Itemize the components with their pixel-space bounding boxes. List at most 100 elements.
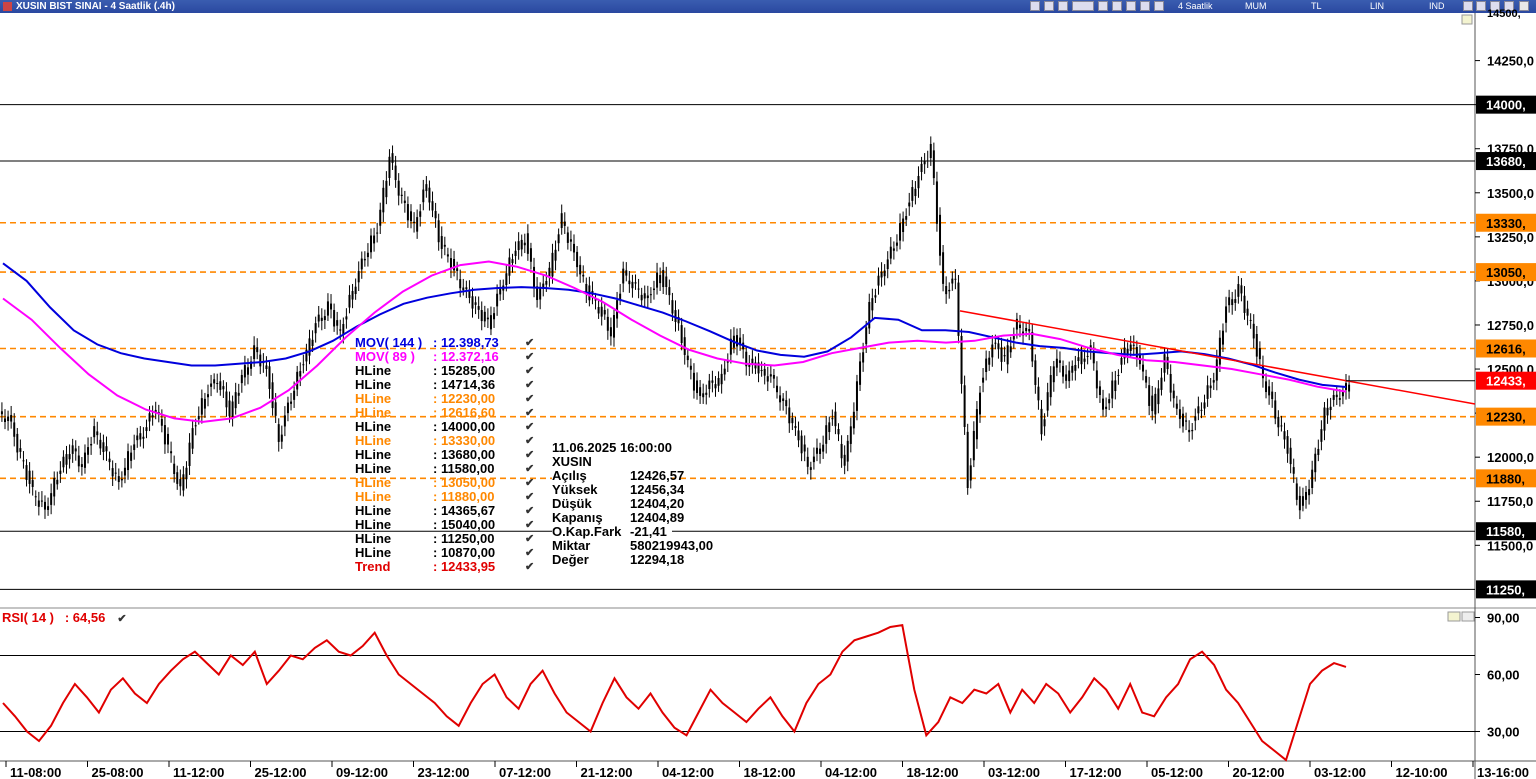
candle-body bbox=[1062, 365, 1065, 377]
candle-body bbox=[1295, 483, 1298, 500]
candle-body bbox=[895, 242, 898, 246]
candle-body bbox=[499, 288, 502, 295]
candle-body bbox=[370, 235, 373, 253]
candle-body bbox=[489, 315, 492, 330]
candle-body bbox=[10, 414, 13, 422]
price-tick-label: 13250,0 bbox=[1487, 230, 1534, 245]
candle-body bbox=[87, 447, 90, 455]
check-icon[interactable]: ✔ bbox=[525, 560, 534, 574]
candle-body bbox=[16, 433, 19, 453]
check-icon[interactable]: ✔ bbox=[525, 518, 534, 532]
legend-value: : 14714,36 bbox=[433, 377, 496, 392]
level-label: 13330, bbox=[1486, 216, 1526, 231]
candle-body bbox=[809, 467, 812, 470]
check-icon[interactable]: ✔ bbox=[525, 434, 534, 448]
check-icon[interactable]: ✔ bbox=[525, 378, 534, 392]
candle-body bbox=[932, 150, 935, 179]
info-value: 12404,89 bbox=[630, 510, 685, 525]
candle-body bbox=[508, 257, 511, 276]
candle-body bbox=[782, 398, 785, 402]
candle-body bbox=[699, 387, 702, 396]
candle-body bbox=[376, 232, 379, 234]
candle-body bbox=[1154, 393, 1157, 415]
candle-body bbox=[90, 443, 93, 446]
candle-body bbox=[714, 384, 717, 389]
legend-name: HLine bbox=[355, 363, 392, 378]
candle-body bbox=[68, 454, 71, 460]
candle-body bbox=[225, 391, 228, 408]
candle-body bbox=[951, 278, 954, 284]
check-icon[interactable]: ✔ bbox=[117, 613, 126, 625]
candle-body bbox=[240, 374, 243, 384]
candle-body bbox=[862, 352, 865, 363]
check-icon[interactable]: ✔ bbox=[525, 336, 534, 350]
time-tick-label: 09-12:00 bbox=[336, 765, 388, 779]
legend-value: : 13050,00 bbox=[433, 475, 496, 490]
candle-body bbox=[1323, 407, 1326, 431]
check-icon[interactable]: ✔ bbox=[525, 420, 534, 434]
check-icon[interactable]: ✔ bbox=[525, 532, 534, 546]
candle-body bbox=[25, 465, 28, 480]
candle-body bbox=[1308, 489, 1311, 496]
info-key: Değer bbox=[552, 552, 589, 567]
candle-body bbox=[354, 286, 357, 295]
time-tick-label: 25-08:00 bbox=[92, 765, 144, 779]
candle-body bbox=[994, 342, 997, 344]
candle-body bbox=[649, 294, 652, 296]
legend-name: HLine bbox=[355, 475, 392, 490]
candle-body bbox=[852, 411, 855, 429]
candle-body bbox=[825, 425, 828, 444]
candle-body bbox=[1148, 385, 1151, 406]
candle-body bbox=[434, 211, 437, 219]
info-value: 12456,34 bbox=[630, 482, 685, 497]
legend-value: : 14365,67 bbox=[433, 503, 496, 518]
check-icon[interactable]: ✔ bbox=[525, 546, 534, 560]
candle-body bbox=[1185, 420, 1188, 422]
legend-value: : 12.398,73 bbox=[433, 335, 499, 350]
candle-body bbox=[465, 287, 468, 290]
candle-body bbox=[145, 427, 148, 432]
candle-body bbox=[514, 250, 517, 256]
candle-body bbox=[646, 295, 649, 299]
candle-body bbox=[865, 327, 868, 345]
candle-body bbox=[443, 244, 446, 247]
candle-body bbox=[1175, 403, 1178, 409]
info-row: Yüksek 12456,34 bbox=[552, 483, 684, 497]
candle-body bbox=[1194, 416, 1197, 421]
info-row: Açılış 12426,57 bbox=[552, 469, 684, 483]
check-icon[interactable]: ✔ bbox=[525, 462, 534, 476]
check-icon[interactable]: ✔ bbox=[525, 406, 534, 420]
price-chart[interactable]: 14250,014000,13750,013500,013250,013000,… bbox=[0, 0, 1536, 779]
candle-body bbox=[855, 381, 858, 411]
check-icon[interactable]: ✔ bbox=[525, 350, 534, 364]
candle-body bbox=[1077, 357, 1080, 361]
candle-body bbox=[191, 428, 194, 449]
check-icon[interactable]: ✔ bbox=[525, 504, 534, 518]
check-icon[interactable]: ✔ bbox=[525, 392, 534, 406]
candle-body bbox=[105, 446, 108, 452]
candle-body bbox=[330, 303, 333, 310]
candle-body bbox=[557, 234, 560, 244]
info-row: XUSIN bbox=[552, 455, 672, 469]
candle-body bbox=[314, 323, 317, 334]
check-icon[interactable]: ✔ bbox=[525, 476, 534, 490]
candle-body bbox=[960, 335, 963, 384]
candle-body bbox=[1252, 323, 1255, 339]
time-tick-label: 07-12:00 bbox=[499, 765, 551, 779]
candle-body bbox=[1258, 348, 1261, 360]
check-icon[interactable]: ✔ bbox=[525, 490, 534, 504]
candle-body bbox=[373, 235, 376, 244]
legend-value: : 11580,00 bbox=[433, 461, 495, 476]
candle-body bbox=[1049, 375, 1052, 398]
candle-body bbox=[65, 454, 68, 465]
legend-name: HLine bbox=[355, 433, 392, 448]
candle-body bbox=[1025, 327, 1028, 332]
candle-body bbox=[1289, 447, 1292, 465]
info-row: 11.06.2025 16:00:00 bbox=[552, 441, 672, 455]
candle-body bbox=[1305, 491, 1308, 500]
candle-body bbox=[560, 213, 563, 229]
check-icon[interactable]: ✔ bbox=[525, 364, 534, 378]
check-icon[interactable]: ✔ bbox=[525, 448, 534, 462]
candle-body bbox=[114, 472, 117, 474]
candle-body bbox=[1083, 358, 1086, 362]
